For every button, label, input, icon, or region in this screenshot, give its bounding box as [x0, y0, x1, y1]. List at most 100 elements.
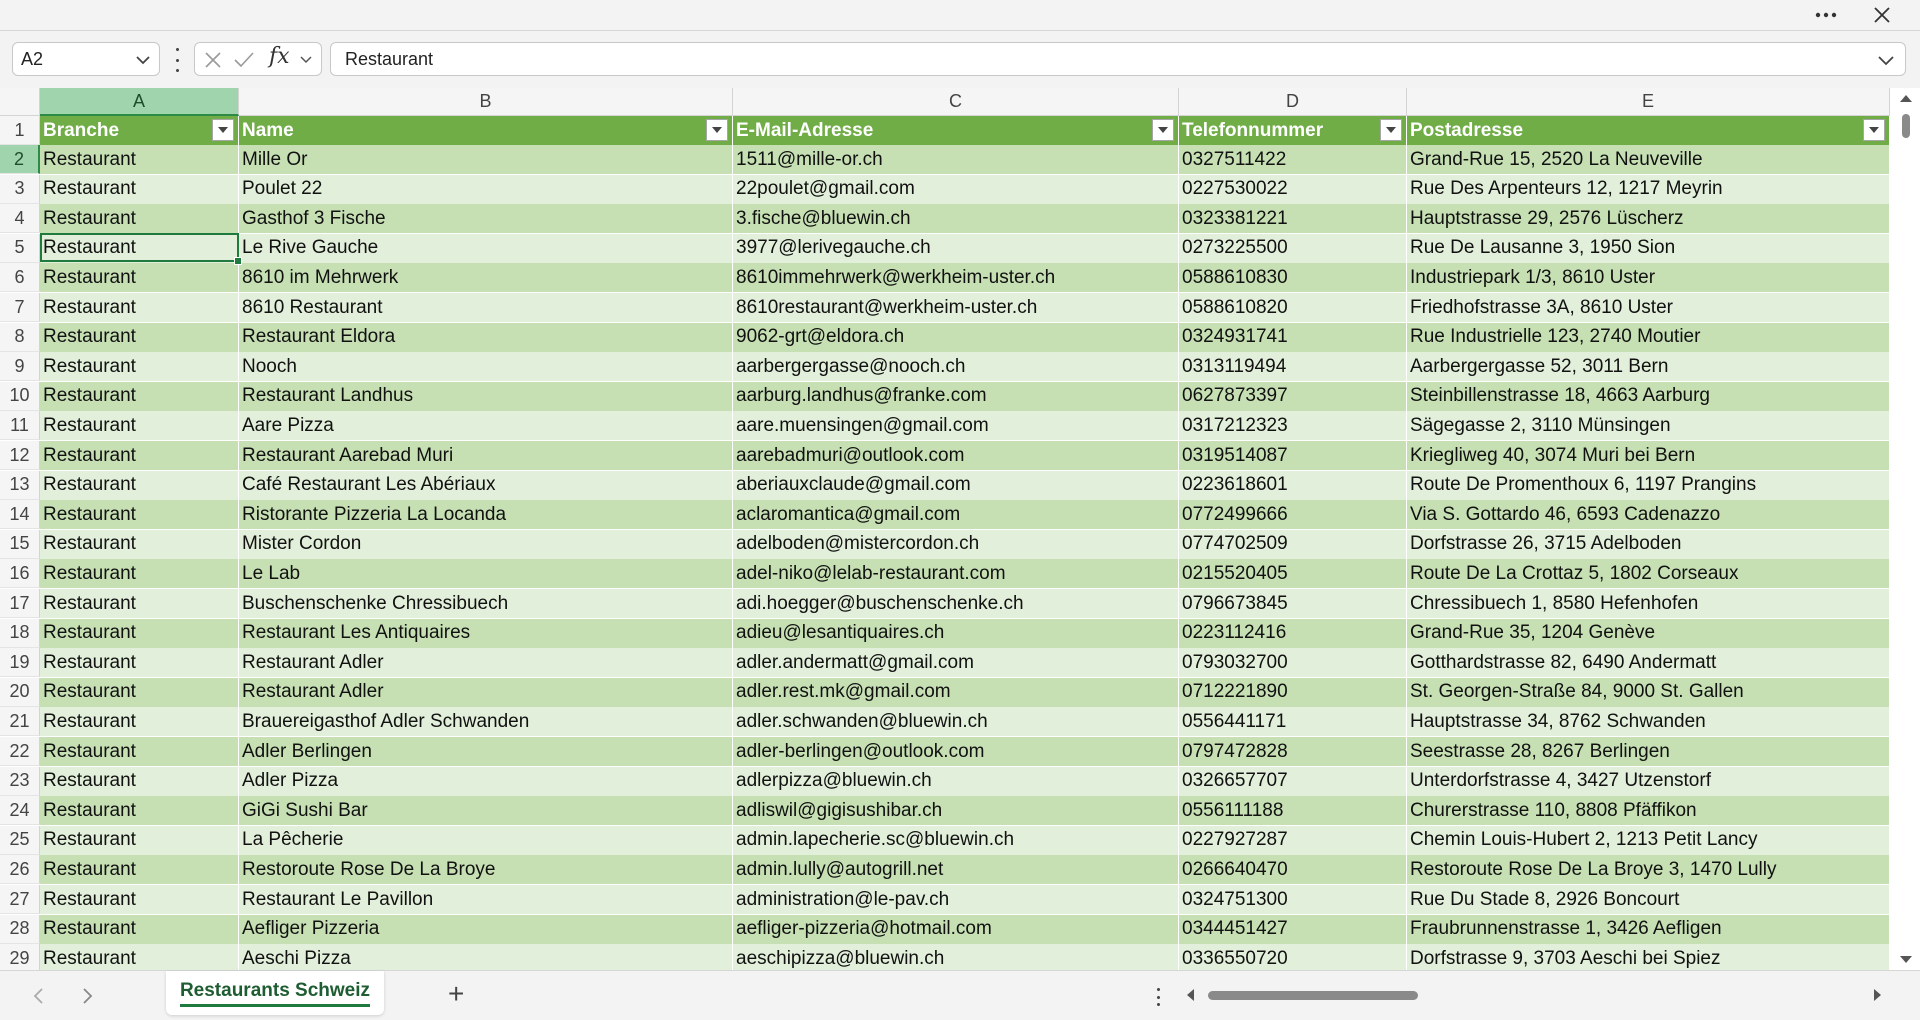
row-number[interactable]: 13 [0, 470, 40, 500]
cell-branche[interactable]: Restaurant [40, 559, 239, 589]
cell-postadresse[interactable]: Seestrasse 28, 8267 Berlingen [1407, 737, 1890, 766]
cell-branche[interactable]: Restaurant [40, 707, 239, 737]
cell-telefon[interactable]: 0266640470 [1179, 855, 1407, 885]
cell-name[interactable]: Buschenschenke Chressibuech [239, 589, 733, 618]
cell-branche[interactable]: Restaurant [40, 825, 239, 855]
scroll-right-icon[interactable] [1872, 987, 1884, 1003]
cell-name[interactable]: Mille Or [239, 145, 733, 174]
cell-branche[interactable]: Restaurant [40, 885, 239, 914]
sheet-options-icon[interactable] [1155, 988, 1161, 1006]
confirm-entry-icon[interactable] [233, 50, 255, 70]
cell-name[interactable]: GiGi Sushi Bar [239, 796, 733, 826]
cell-name[interactable]: Poulet 22 [239, 174, 733, 204]
cell-branche[interactable]: Restaurant [40, 145, 239, 174]
cell-telefon[interactable]: 0797472828 [1179, 737, 1407, 766]
cell-branche[interactable]: Restaurant [40, 263, 239, 293]
row-number[interactable]: 9 [0, 352, 40, 382]
cell-branche[interactable]: Restaurant [40, 677, 239, 707]
cell-telefon[interactable]: 0588610820 [1179, 293, 1407, 322]
cell-email[interactable]: aeschipizza@bluewin.ch [733, 944, 1179, 970]
cell-branche[interactable]: Restaurant [40, 648, 239, 678]
cell-telefon[interactable]: 0215520405 [1179, 559, 1407, 589]
cell-name[interactable]: Restaurant Adler [239, 677, 733, 707]
filter-dropdown-button[interactable] [1152, 119, 1174, 141]
cell-name[interactable]: Le Rive Gauche [239, 233, 733, 263]
row-number[interactable]: 27 [0, 885, 40, 914]
cell-telefon[interactable]: 0223618601 [1179, 470, 1407, 500]
cell-postadresse[interactable]: Rue De Lausanne 3, 1950 Sion [1407, 233, 1890, 263]
expand-formula-bar-icon[interactable] [1877, 52, 1895, 68]
cell-email[interactable]: adler.schwanden@bluewin.ch [733, 707, 1179, 737]
cell-email[interactable]: aarebadmuri@outlook.com [733, 441, 1179, 470]
row-number[interactable]: 5 [0, 233, 40, 263]
cell-name[interactable]: Le Lab [239, 559, 733, 589]
cell-postadresse[interactable]: Aarbergergasse 52, 3011 Bern [1407, 352, 1890, 382]
row-number[interactable]: 14 [0, 500, 40, 530]
cell-branche[interactable]: Restaurant [40, 352, 239, 382]
row-number[interactable]: 7 [0, 293, 40, 322]
cell-name[interactable]: Restaurant Landhus [239, 381, 733, 411]
cell-name[interactable]: Restaurant Aarebad Muri [239, 441, 733, 470]
scroll-down-icon[interactable] [1898, 954, 1914, 966]
cell-email[interactable]: adi.hoegger@buschenschenke.ch [733, 589, 1179, 618]
cell-telefon[interactable]: 0273225500 [1179, 233, 1407, 263]
row-number[interactable]: 8 [0, 322, 40, 352]
cell-postadresse[interactable]: Kriegliweg 40, 3074 Muri bei Bern [1407, 441, 1890, 470]
cell-email[interactable]: adlerpizza@bluewin.ch [733, 766, 1179, 796]
cell-postadresse[interactable]: Restoroute Rose De La Broye 3, 1470 Lull… [1407, 855, 1890, 885]
chevron-down-icon[interactable] [299, 53, 313, 67]
cell-email[interactable]: adel-niko@lelab-restaurant.com [733, 559, 1179, 589]
row-number[interactable]: 6 [0, 263, 40, 293]
cell-branche[interactable]: Restaurant [40, 233, 239, 263]
header-cell-name[interactable]: Name [239, 116, 733, 145]
cell-postadresse[interactable]: Unterdorfstrasse 4, 3427 Utzenstorf [1407, 766, 1890, 796]
row-number[interactable]: 1 [0, 116, 40, 145]
cell-email[interactable]: administration@le-pav.ch [733, 885, 1179, 914]
cell-postadresse[interactable]: Grand-Rue 15, 2520 La Neuveville [1407, 145, 1890, 174]
cell-postadresse[interactable]: Hauptstrasse 29, 2576 Lüscherz [1407, 204, 1890, 234]
horizontal-scrollbar[interactable] [1180, 981, 1890, 1009]
cell-name[interactable]: Adler Berlingen [239, 737, 733, 766]
cell-branche[interactable]: Restaurant [40, 500, 239, 530]
cell-postadresse[interactable]: Gotthardstrasse 82, 6490 Andermatt [1407, 648, 1890, 678]
header-cell-postadresse[interactable]: Postadresse [1407, 116, 1890, 145]
row-number[interactable]: 29 [0, 944, 40, 970]
cell-name[interactable]: Café Restaurant Les Abériaux [239, 470, 733, 500]
cell-email[interactable]: adliswil@gigisushibar.ch [733, 796, 1179, 826]
cell-postadresse[interactable]: Industriepark 1/3, 8610 Uster [1407, 263, 1890, 293]
add-sheet-button[interactable]: + [448, 980, 464, 1008]
cell-name[interactable]: Gasthof 3 Fische [239, 204, 733, 234]
cell-name[interactable]: Restaurant Les Antiquaires [239, 618, 733, 648]
row-number[interactable]: 12 [0, 441, 40, 470]
cell-email[interactable]: 8610restaurant@werkheim-uster.ch [733, 293, 1179, 322]
cell-postadresse[interactable]: St. Georgen-Straße 84, 9000 St. Gallen [1407, 677, 1890, 707]
cell-postadresse[interactable]: Chressibuech 1, 8580 Hefenhofen [1407, 589, 1890, 618]
cell-email[interactable]: admin.lapecherie.sc@bluewin.ch [733, 825, 1179, 855]
row-number[interactable]: 28 [0, 914, 40, 944]
cell-telefon[interactable]: 0712221890 [1179, 677, 1407, 707]
cell-branche[interactable]: Restaurant [40, 293, 239, 322]
cell-branche[interactable]: Restaurant [40, 944, 239, 970]
cell-email[interactable]: adieu@lesantiquaires.ch [733, 618, 1179, 648]
insert-function-button[interactable]: fx [269, 44, 290, 69]
row-number[interactable]: 20 [0, 677, 40, 707]
cell-postadresse[interactable]: Grand-Rue 35, 1204 Genève [1407, 618, 1890, 648]
cell-telefon[interactable]: 0313119494 [1179, 352, 1407, 382]
row-number[interactable]: 26 [0, 855, 40, 885]
column-header-a[interactable]: A [40, 88, 239, 116]
cell-email[interactable]: aefliger-pizzeria@hotmail.com [733, 914, 1179, 944]
column-header-b[interactable]: B [239, 88, 733, 116]
cell-name[interactable]: Adler Pizza [239, 766, 733, 796]
cell-email[interactable]: aarburg.landhus@franke.com [733, 381, 1179, 411]
row-number[interactable]: 17 [0, 589, 40, 618]
filter-dropdown-button[interactable] [1380, 119, 1402, 141]
cell-name[interactable]: 8610 im Mehrwerk [239, 263, 733, 293]
cell-email[interactable]: adler.rest.mk@gmail.com [733, 677, 1179, 707]
vertical-scroll-thumb[interactable] [1902, 114, 1910, 138]
cell-email[interactable]: aberiauxclaude@gmail.com [733, 470, 1179, 500]
cell-postadresse[interactable]: Churerstrasse 110, 8808 Pfäffikon [1407, 796, 1890, 826]
cell-branche[interactable]: Restaurant [40, 855, 239, 885]
row-number[interactable]: 2 [0, 145, 40, 174]
cell-telefon[interactable]: 0344451427 [1179, 914, 1407, 944]
cell-telefon[interactable]: 0227530022 [1179, 174, 1407, 204]
